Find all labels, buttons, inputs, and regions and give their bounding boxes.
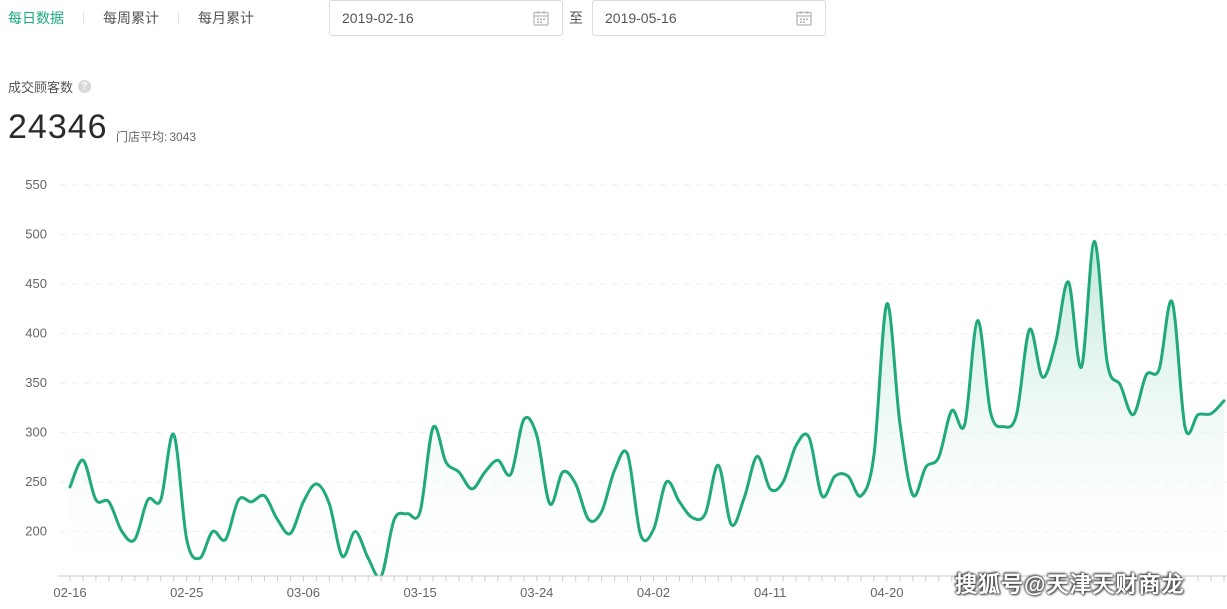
y-tick-label: 200 bbox=[25, 524, 47, 539]
start-date-value: 2019-02-16 bbox=[342, 10, 414, 26]
metric-label-text: 成交顾客数 bbox=[8, 80, 74, 95]
y-tick-label: 450 bbox=[25, 276, 47, 291]
y-tick-label: 250 bbox=[25, 474, 47, 489]
x-axis-labels: 02-16 02-25 03-06 03-15 03-24 04-02 04-11 04-20 bbox=[53, 585, 903, 600]
x-tick-label: 04-20 bbox=[870, 585, 903, 600]
store-average-label: 门店平均: bbox=[116, 130, 168, 144]
question-circle-icon[interactable]: ? bbox=[78, 80, 92, 93]
x-tick-label: 02-16 bbox=[53, 585, 86, 600]
y-tick-label: 550 bbox=[25, 177, 47, 192]
store-average: 门店平均: 3043 bbox=[116, 128, 196, 145]
y-tick-label: 300 bbox=[25, 425, 47, 440]
end-date-value: 2019-05-16 bbox=[605, 10, 677, 26]
daily-customers-chart[interactable]: 200 250 300 350 400 450 500 550 02-16 02-25 03-06… bbox=[0, 170, 1227, 609]
store-average-value: 3043 bbox=[169, 130, 197, 144]
metric-label: 成交顾客数 ? bbox=[8, 77, 92, 96]
x-tick-label: 04-11 bbox=[754, 585, 786, 600]
y-tick-label: 350 bbox=[25, 375, 47, 390]
end-date-input[interactable]: 2019-05-16 bbox=[592, 0, 826, 36]
tab-divider bbox=[83, 12, 84, 24]
x-tick-label: 03-15 bbox=[403, 585, 436, 600]
calendar-icon[interactable] bbox=[532, 9, 550, 27]
tab-weekly[interactable]: 每周累计 bbox=[103, 8, 159, 28]
tab-daily[interactable]: 每日数据 bbox=[8, 8, 64, 28]
y-tick-label: 500 bbox=[25, 227, 47, 242]
start-date-input[interactable]: 2019-02-16 bbox=[329, 0, 563, 36]
granularity-tabs: 每日数据 每周累计 每月累计 bbox=[8, 6, 254, 30]
y-axis-labels: 200 250 300 350 400 450 500 550 bbox=[25, 177, 47, 539]
x-tick-label: 03-24 bbox=[520, 585, 553, 600]
date-range-separator: 至 bbox=[569, 10, 583, 26]
tab-monthly[interactable]: 每月累计 bbox=[198, 8, 254, 28]
tab-divider bbox=[178, 12, 179, 24]
area-fill bbox=[70, 241, 1224, 576]
x-tick-label: 04-02 bbox=[637, 585, 670, 600]
y-tick-label: 400 bbox=[25, 326, 47, 341]
x-tick-label: 02-25 bbox=[170, 585, 203, 600]
x-tick-label: 03-06 bbox=[287, 585, 320, 600]
calendar-icon[interactable] bbox=[795, 9, 813, 27]
metric-value: 24346 bbox=[8, 108, 108, 146]
watermark: 搜狐号@天津天财商龙 bbox=[955, 572, 1185, 597]
